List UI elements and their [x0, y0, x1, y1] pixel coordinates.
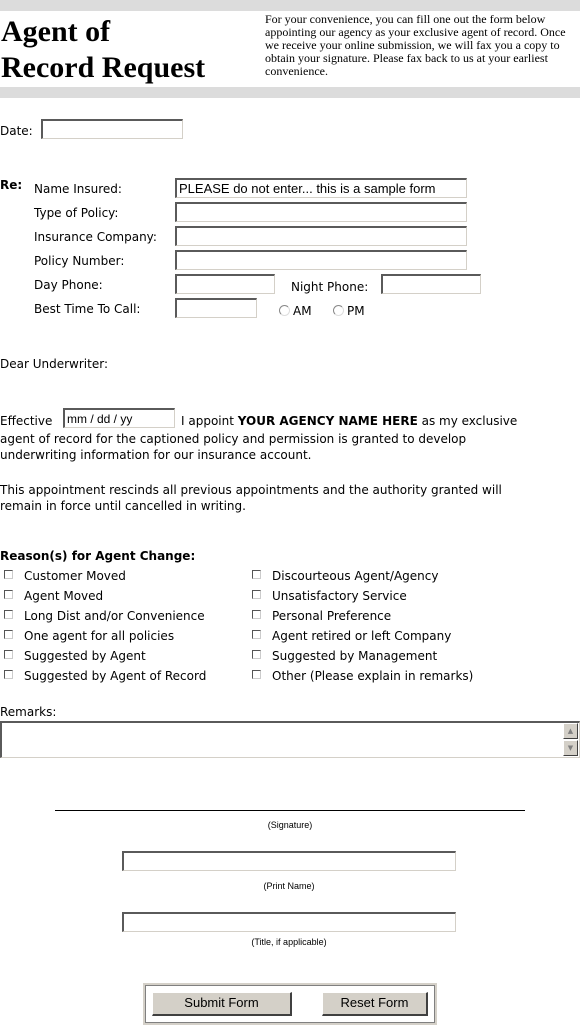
right-reason-label: Unsatisfactory Service [272, 589, 407, 603]
date-input[interactable] [41, 119, 183, 139]
best-time-label: Best Time To Call: [34, 302, 141, 316]
triangle-up-icon: ▲ [567, 727, 574, 735]
title-input[interactable] [122, 912, 456, 932]
triangle-down-icon: ▼ [567, 744, 574, 752]
type-of-policy-label: Type of Policy: [34, 206, 119, 220]
title-caption: (Title, if applicable) [251, 937, 327, 947]
name-insured-input[interactable] [175, 178, 467, 198]
left-checkbox-3[interactable] [4, 630, 13, 639]
print-name-caption: (Print Name) [263, 881, 315, 891]
best-time-input[interactable] [175, 298, 257, 318]
reasons-heading: Reason(s) for Agent Change: [0, 549, 196, 563]
policy-number-input[interactable] [175, 250, 467, 270]
day-phone-input[interactable] [175, 274, 275, 294]
print-name-input[interactable] [122, 851, 456, 871]
insurance-company-label: Insurance Company: [34, 230, 157, 244]
left-checkbox-5[interactable] [4, 670, 13, 679]
left-reason-label: Agent Moved [24, 589, 104, 603]
agency-name: YOUR AGENCY NAME HERE [237, 414, 418, 428]
left-reason-label: Long Dist and/or Convenience [24, 609, 205, 623]
insurance-company-input[interactable] [175, 226, 467, 246]
right-checkbox-0[interactable] [252, 570, 261, 579]
salutation: Dear Underwriter: [0, 357, 108, 371]
right-reason-label: Suggested by Management [272, 649, 438, 663]
appoint-text: I appoint [181, 414, 234, 428]
left-checkbox-2[interactable] [4, 610, 13, 619]
appoint-sentence: I appoint YOUR AGENCY NAME HERE as my ex… [181, 414, 517, 428]
am-label: AM [293, 304, 312, 318]
right-checkbox-3[interactable] [252, 630, 261, 639]
type-of-policy-input[interactable] [175, 202, 467, 222]
left-checkbox-0[interactable] [4, 570, 13, 579]
left-reason-label: Suggested by Agent [24, 649, 146, 663]
day-phone-label: Day Phone: [34, 278, 103, 292]
pm-label: PM [347, 304, 365, 318]
right-checkbox-5[interactable] [252, 670, 261, 679]
night-phone-input[interactable] [381, 274, 481, 294]
intro-text: For your convenience, you can fill one o… [265, 12, 566, 78]
effective-date-input[interactable] [63, 408, 175, 428]
remarks-textarea[interactable] [0, 721, 580, 758]
effective-label: Effective [0, 414, 53, 428]
after-agency-text: as my exclusive [421, 414, 518, 428]
page-title: Agent of Record Request [1, 14, 205, 86]
header-top-band [0, 0, 580, 11]
para2-line2: remain in force until cancelled in writi… [0, 499, 246, 513]
am-radio[interactable] [279, 305, 290, 316]
right-checkbox-4[interactable] [252, 650, 261, 659]
scroll-up-button[interactable]: ▲ [563, 723, 578, 739]
left-reason-label: Suggested by Agent of Record [24, 669, 207, 683]
reset-button[interactable]: Reset Form [322, 992, 428, 1016]
left-reason-label: Customer Moved [24, 569, 126, 583]
remarks-label: Remarks: [0, 705, 57, 719]
title-line-1: Agent of [1, 15, 111, 48]
submit-button[interactable]: Submit Form [152, 992, 292, 1016]
header-bottom-band [0, 87, 580, 98]
para1-line2: agent of record for the captioned policy… [0, 432, 467, 446]
pm-radio[interactable] [333, 305, 344, 316]
right-reason-label: Agent retired or left Company [272, 629, 452, 643]
signature-caption: (Signature) [267, 820, 313, 830]
signature-line [55, 810, 525, 811]
right-reason-label: Other (Please explain in remarks) [272, 669, 474, 683]
left-reason-label: One agent for all policies [24, 629, 175, 643]
date-label: Date: [0, 124, 33, 138]
policy-number-label: Policy Number: [34, 254, 125, 268]
right-checkbox-1[interactable] [252, 590, 261, 599]
right-checkbox-2[interactable] [252, 610, 261, 619]
night-phone-label: Night Phone: [291, 280, 369, 294]
para1-line3: underwriting information for our insuran… [0, 448, 312, 462]
left-checkbox-1[interactable] [4, 590, 13, 599]
scroll-down-button[interactable]: ▼ [563, 740, 578, 756]
name-insured-label: Name Insured: [34, 182, 122, 196]
re-label: Re: [0, 178, 23, 192]
right-reason-label: Personal Preference [272, 609, 392, 623]
left-checkbox-4[interactable] [4, 650, 13, 659]
title-line-2: Record Request [1, 51, 206, 84]
right-reason-label: Discourteous Agent/Agency [272, 569, 439, 583]
para2-line1: This appointment rescinds all previous a… [0, 483, 502, 497]
